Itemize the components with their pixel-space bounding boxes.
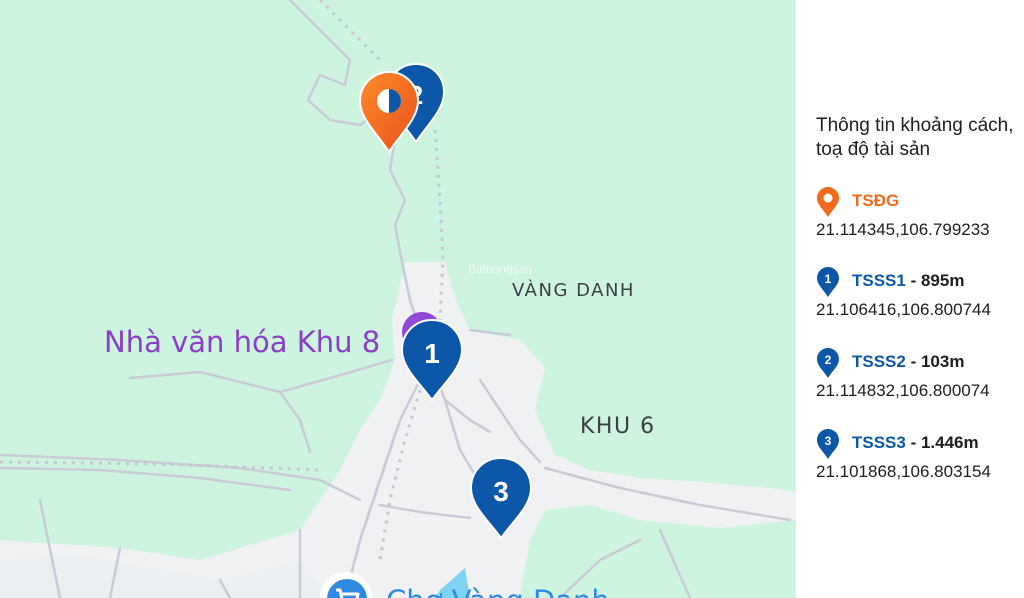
entry-name: TSSS3 [852,433,906,452]
location-pin-icon [817,187,839,217]
entry-distance: - 103m [905,352,965,371]
location-pin-icon [358,70,420,154]
entry-tsss2: 2 TSSS2 - 103m 21.114832,106.800074 [816,347,1021,401]
entry-name: TSĐG [852,191,900,210]
entry-name: TSSS2 [852,352,906,371]
map-pin-tsdg[interactable] [358,70,420,154]
entry-distance: - 895m [905,271,965,290]
place-label-khu-6: KHU 6 [580,414,656,439]
shopping-cart-icon [327,579,367,598]
watermark: Batdongsan [468,262,533,276]
entry-coords: 21.106416,106.800744 [816,300,991,319]
numbered-pin-icon: 1 [817,267,839,297]
svg-text:2: 2 [825,353,832,367]
entry-name: TSSS1 [852,271,906,290]
entry-coords: 21.114345,106.799233 [816,220,990,239]
entry-tsss1: 1 TSSS1 - 895m 21.106416,106.800744 [816,266,1021,320]
panel-title: Thông tin khoảng cách, toạ độ tài sản [816,115,1014,160]
entry-distance: - 1.446m [905,433,979,452]
numbered-pin-icon: 2 [817,348,839,378]
numbered-pin-icon: 3 [817,429,839,459]
svg-text:3: 3 [825,434,832,448]
svg-text:1: 1 [825,272,832,286]
entry-tsdg: TSĐG 21.114345,106.799233 [816,186,1021,240]
map-pin-tsss1[interactable]: 1 [400,318,464,402]
map-pin-tsss3[interactable]: 3 [469,456,533,540]
entry-coords: 21.114832,106.800074 [816,381,990,400]
poi-label-nha-van-hoa: Nhà văn hóa Khu 8 [104,325,381,359]
info-panel: Thông tin khoảng cách, toạ độ tài sản TS… [796,0,1024,598]
market-label: Chợ Vàng Danh [386,584,610,598]
place-label-vang-danh: VÀNG DANH [512,280,635,301]
map-view[interactable]: VÀNG DANH KHU 6 Batdongsan Nhà văn hóa K… [0,0,796,598]
entry-coords: 21.101868,106.803154 [816,462,991,481]
entry-tsss3: 3 TSSS3 - 1.446m 21.101868,106.803154 [816,428,1021,482]
